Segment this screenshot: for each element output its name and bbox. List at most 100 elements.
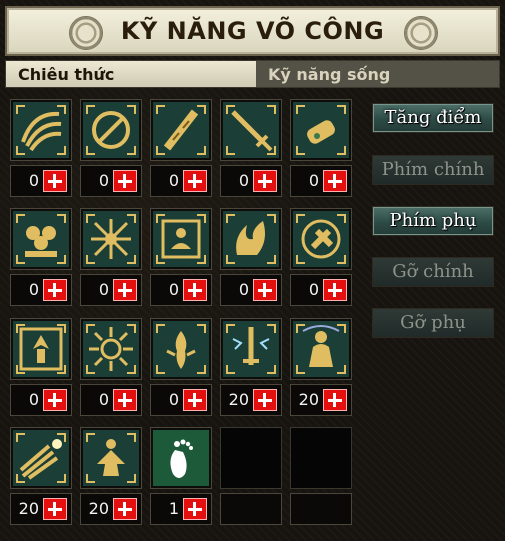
add-point-button[interactable]: [323, 389, 347, 411]
skill-slot[interactable]: 0: [10, 208, 72, 310]
skill-level-box: 0: [80, 274, 142, 306]
add-point-button[interactable]: [43, 170, 67, 192]
skill-icon-box[interactable]: [150, 99, 212, 161]
skill-icon-box[interactable]: [150, 427, 212, 489]
skill-level-box: 0: [150, 274, 212, 306]
meditation-icon: [153, 211, 209, 267]
skill-level-box: 20: [10, 493, 72, 525]
skill-icon-box[interactable]: [290, 208, 352, 270]
medallion-right-icon: [404, 16, 438, 50]
add-point-button[interactable]: [43, 279, 67, 301]
add-point-button[interactable]: [113, 170, 137, 192]
skill-slot[interactable]: 20: [290, 318, 352, 420]
skill-level: 20: [228, 390, 249, 409]
skill-icon-box[interactable]: [10, 208, 72, 270]
skill-level-box: 0: [290, 165, 352, 197]
skill-slot[interactable]: 0: [80, 99, 142, 201]
add-point-button[interactable]: [113, 389, 137, 411]
skill-slot[interactable]: 20: [10, 427, 72, 529]
cross-shield-icon: [293, 211, 349, 267]
skill-slot[interactable]: 20: [220, 318, 282, 420]
skill-icon-box[interactable]: [150, 318, 212, 380]
add-point-button[interactable]: [183, 170, 207, 192]
empty-level-box: [290, 493, 352, 525]
remove-secondary-button[interactable]: Gỡ phụ: [372, 308, 494, 338]
skill-level: 0: [28, 390, 39, 409]
add-point-button[interactable]: [113, 498, 137, 520]
empty-level-box: [220, 493, 282, 525]
skill-slot[interactable]: 20: [80, 427, 142, 529]
skill-icon-box[interactable]: [80, 427, 142, 489]
empty-skill-slot: [290, 427, 352, 529]
gauntlet-icon: [293, 102, 349, 158]
scorpion-icon: [153, 321, 209, 377]
tab-bar: Chiêu thức Kỹ năng sống: [5, 60, 500, 88]
skill-slot[interactable]: 1: [150, 427, 212, 529]
add-point-button[interactable]: [43, 498, 67, 520]
skill-level-box: 0: [220, 274, 282, 306]
skill-slot[interactable]: 0: [80, 208, 142, 310]
tab-chieu-thuc[interactable]: Chiêu thức: [6, 61, 256, 87]
skill-icon-box[interactable]: [220, 318, 282, 380]
add-point-button[interactable]: [183, 389, 207, 411]
remove-main-button[interactable]: Gỡ chính: [372, 257, 494, 287]
add-point-button[interactable]: [253, 279, 277, 301]
skill-level-box: 0: [290, 274, 352, 306]
skill-slot[interactable]: 0: [290, 208, 352, 310]
add-point-button[interactable]: [183, 279, 207, 301]
add-point-button[interactable]: [253, 389, 277, 411]
wind-wing-icon: [13, 102, 69, 158]
skill-slot[interactable]: 0: [220, 99, 282, 201]
tab-ky-nang-song[interactable]: Kỹ năng sống: [268, 65, 390, 84]
add-point-button[interactable]: [323, 170, 347, 192]
skill-icon-box[interactable]: [10, 318, 72, 380]
skill-level-box: 20: [290, 384, 352, 416]
skill-slot[interactable]: 0: [220, 208, 282, 310]
skill-icon-box[interactable]: [10, 99, 72, 161]
skill-icon-box[interactable]: [220, 208, 282, 270]
skill-level: 0: [308, 280, 319, 299]
skill-level: 20: [88, 499, 109, 518]
skill-level: 20: [18, 499, 39, 518]
slash-circle-icon: [83, 102, 139, 158]
warrior-icon: [293, 321, 349, 377]
add-point-button[interactable]: [183, 498, 207, 520]
skill-icon-box[interactable]: [80, 99, 142, 161]
spike-burst-icon: [83, 211, 139, 267]
skill-icon-box[interactable]: [290, 99, 352, 161]
skill-level: 0: [98, 280, 109, 299]
secondary-key-button[interactable]: Phím phụ: [372, 206, 494, 236]
skill-level-box: 0: [10, 274, 72, 306]
skill-icon-box[interactable]: [10, 427, 72, 489]
add-point-button[interactable]: [43, 389, 67, 411]
skill-icon-box[interactable]: [220, 99, 282, 161]
skill-level-box: 0: [10, 165, 72, 197]
empty-icon-box: [220, 427, 282, 489]
add-point-button[interactable]: [113, 279, 137, 301]
skill-level-box: 20: [80, 493, 142, 525]
skill-slot[interactable]: 0: [80, 318, 142, 420]
skill-icon-box[interactable]: [80, 208, 142, 270]
tab-label: Chiêu thức: [18, 65, 115, 84]
main-key-button[interactable]: Phím chính: [372, 155, 494, 185]
skill-slot[interactable]: 0: [290, 99, 352, 201]
add-point-button[interactable]: [323, 279, 347, 301]
skill-level: 0: [308, 171, 319, 190]
skill-level-box: 1: [150, 493, 212, 525]
skill-level-box: 0: [80, 165, 142, 197]
skill-icon-box[interactable]: [150, 208, 212, 270]
skill-slot[interactable]: 0: [10, 318, 72, 420]
skill-slot[interactable]: 0: [150, 318, 212, 420]
skill-slot[interactable]: 0: [150, 99, 212, 201]
skill-level: 0: [238, 280, 249, 299]
skill-level: 20: [298, 390, 319, 409]
skill-slot[interactable]: 0: [10, 99, 72, 201]
skill-icon-box[interactable]: [290, 318, 352, 380]
skill-level-box: 0: [220, 165, 282, 197]
add-point-button[interactable]: [253, 170, 277, 192]
skill-level: 1: [168, 499, 179, 518]
skill-slot[interactable]: 0: [150, 208, 212, 310]
increase-point-button[interactable]: Tăng điểm: [372, 103, 494, 133]
skill-icon-box[interactable]: [80, 318, 142, 380]
staff-icon: [153, 102, 209, 158]
